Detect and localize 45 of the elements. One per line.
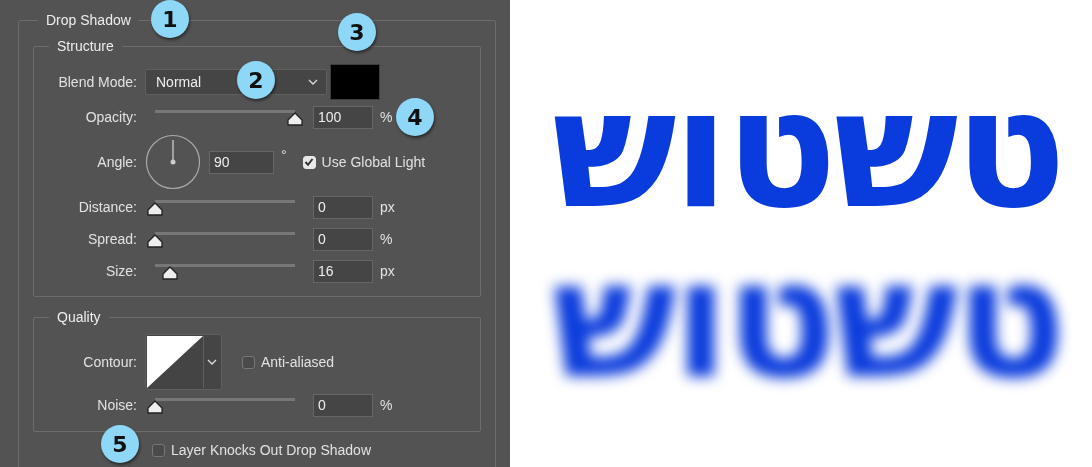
- field-label: Spread:: [86, 231, 137, 247]
- unit-label: %: [380, 397, 393, 413]
- contour-picker[interactable]: [145, 334, 222, 390]
- value-field[interactable]: 16: [313, 259, 373, 283]
- field-label: Size:: [104, 263, 137, 279]
- slider-thumb[interactable]: [287, 112, 303, 126]
- callout-tooltip: 5: [101, 425, 139, 463]
- color-swatch[interactable]: [330, 64, 380, 100]
- field-label: Blend Mode:: [57, 74, 137, 90]
- slider-thumb[interactable]: [147, 202, 163, 216]
- slider-thumb[interactable]: [147, 234, 163, 248]
- checkbox-label[interactable]: Use Global Light: [302, 154, 426, 170]
- chevron-icon: [308, 79, 318, 85]
- value-field[interactable]: 0: [313, 227, 373, 251]
- callout-tooltip: 3: [338, 13, 376, 51]
- checkbox-label[interactable]: Layer Knocks Out Drop Shadow: [152, 442, 371, 458]
- angle-dial[interactable]: [145, 134, 201, 190]
- slider-thumb[interactable]: [147, 400, 163, 414]
- callout-tooltip: 2: [237, 61, 275, 99]
- slider-thumb[interactable]: [162, 266, 179, 280]
- unit-label: px: [380, 263, 395, 279]
- unit-label: px: [380, 199, 395, 215]
- field-label: Opacity:: [84, 109, 137, 125]
- value-field[interactable]: 0: [313, 195, 373, 219]
- group-title: Structure: [56, 38, 115, 54]
- value-field[interactable]: 0: [313, 393, 373, 417]
- chevron-icon: [207, 359, 217, 365]
- checkbox[interactable]: [242, 355, 255, 369]
- sample-word: טשטוש: [551, 78, 1063, 219]
- section-title: Drop Shadow: [45, 12, 132, 28]
- field-label: Contour:: [82, 354, 137, 370]
- angle-field[interactable]: 90: [209, 150, 274, 174]
- blurred-word: טשטוש: [551, 248, 1063, 389]
- unit-label: %: [380, 231, 393, 247]
- value-field[interactable]: 100: [313, 105, 373, 129]
- unit-label: °: [281, 147, 287, 163]
- group-title: Quality: [56, 309, 102, 325]
- field-label: Distance:: [77, 199, 137, 215]
- checkbox-label[interactable]: Anti-aliased: [242, 354, 335, 370]
- field-label: Noise:: [96, 397, 137, 413]
- checkbox[interactable]: [152, 443, 165, 457]
- callout-tooltip: 1: [151, 0, 189, 38]
- unit-label: %: [380, 109, 393, 125]
- field-label: Angle:: [96, 154, 137, 170]
- callout-tooltip: 4: [396, 98, 434, 136]
